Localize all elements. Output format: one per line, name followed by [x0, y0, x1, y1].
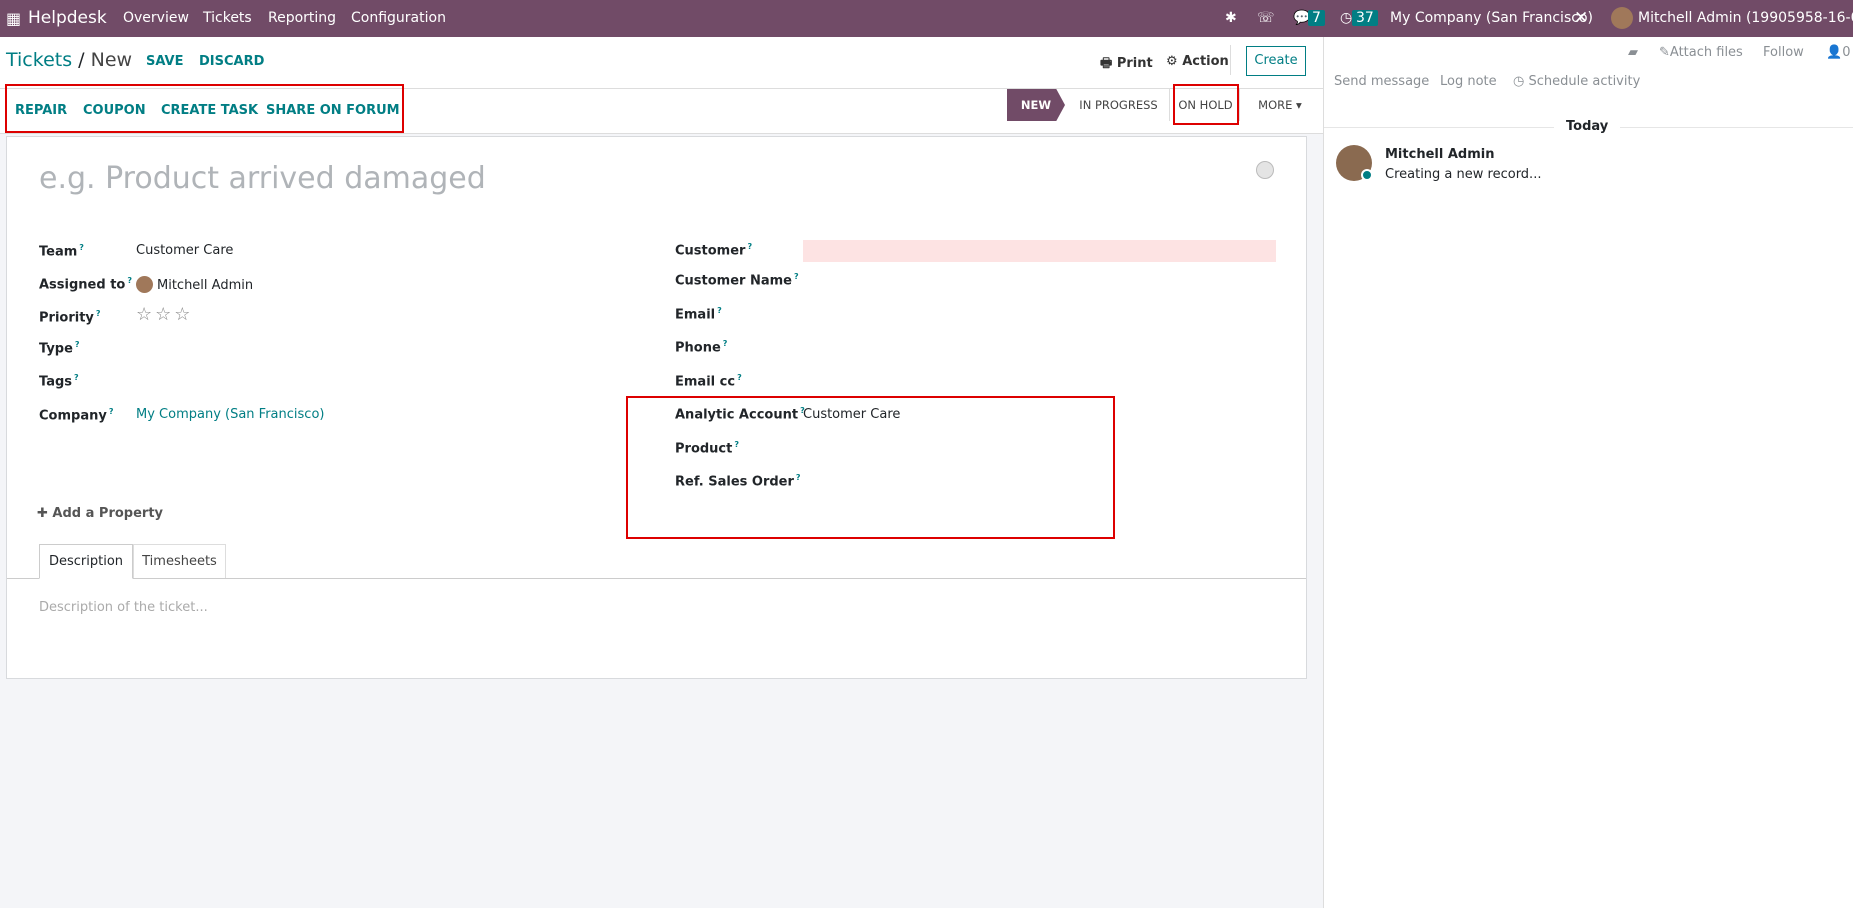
menu-configuration[interactable]: Configuration: [351, 10, 446, 26]
label-team: Team?: [39, 243, 84, 260]
label-company: Company?: [39, 407, 114, 424]
more-label: MORE: [1258, 98, 1293, 112]
save-button[interactable]: SAVE: [146, 54, 183, 69]
menu-tickets[interactable]: Tickets: [203, 10, 252, 26]
stage-new[interactable]: NEW: [1007, 89, 1065, 121]
app-name[interactable]: Helpdesk: [28, 8, 107, 28]
control-panel: Tickets / New SAVE DISCARD 🖶 Print ⚙ Act…: [0, 37, 1323, 88]
breadcrumb-current: New: [90, 49, 133, 71]
label-email: Email?: [675, 306, 722, 323]
print-label: Print: [1116, 56, 1153, 71]
company-switcher[interactable]: My Company (San Francisco): [1390, 10, 1593, 26]
stage-in-progress[interactable]: IN PROGRESS: [1068, 89, 1170, 121]
activities-badge: 37: [1352, 10, 1378, 26]
top-navbar: ▦ Helpdesk Overview Tickets Reporting Co…: [0, 0, 1853, 37]
followers-count: 0: [1842, 45, 1851, 60]
label-tags: Tags?: [39, 373, 79, 390]
ticket-title-input[interactable]: e.g. Product arrived damaged: [39, 161, 486, 196]
label-type: Type?: [39, 340, 80, 357]
activities-icon[interactable]: ◷: [1340, 10, 1352, 26]
label-customer: Customer?: [675, 242, 753, 259]
user-menu[interactable]: Mitchell Admin (19905958-16-0-all): [1638, 10, 1853, 26]
label-priority: Priority?: [39, 309, 101, 326]
discard-button[interactable]: DISCARD: [199, 54, 264, 69]
tools-icon[interactable]: ✕: [1574, 8, 1588, 28]
phone-icon[interactable]: ☏: [1257, 10, 1275, 26]
tab-description[interactable]: Description: [39, 544, 133, 579]
label-phone: Phone?: [675, 339, 728, 356]
attach-files-label: Attach files: [1669, 45, 1743, 60]
customer-input[interactable]: [803, 240, 1276, 262]
log-note-button[interactable]: Log note: [1440, 74, 1497, 89]
schedule-activity-label: Schedule activity: [1528, 74, 1641, 89]
user-avatar[interactable]: [1611, 7, 1633, 29]
kanban-state-toggle[interactable]: [1256, 161, 1274, 179]
menu-overview[interactable]: Overview: [123, 10, 189, 26]
action-label: Action: [1182, 54, 1229, 69]
print-button[interactable]: 🖶 Print: [1100, 54, 1153, 76]
company-field[interactable]: My Company (San Francisco): [136, 407, 324, 422]
attachment-icon[interactable]: ▰: [1628, 45, 1638, 60]
chatter: ▰ ✎Attach files Follow 👤0 Send message L…: [1323, 37, 1853, 908]
action-button[interactable]: ⚙ Action: [1166, 54, 1229, 69]
label-email-cc: Email cc?: [675, 373, 742, 390]
label-customer-name: Customer Name?: [675, 272, 799, 289]
add-property-label: Add a Property: [52, 506, 164, 521]
bug-icon[interactable]: ✱: [1225, 10, 1237, 26]
follow-button[interactable]: Follow: [1763, 45, 1804, 60]
attach-files-button[interactable]: ✎Attach files: [1659, 45, 1743, 60]
create-button[interactable]: Create: [1246, 46, 1306, 76]
description-editor[interactable]: Description of the ticket...: [39, 600, 208, 615]
message-body: Creating a new record...: [1385, 167, 1542, 182]
followers-button[interactable]: 👤0: [1826, 45, 1850, 60]
send-message-button[interactable]: Send message: [1334, 74, 1429, 89]
label-assigned-to: Assigned to?: [39, 276, 132, 293]
breadcrumb-parent[interactable]: Tickets: [6, 49, 72, 71]
tab-timesheets[interactable]: Timesheets: [133, 544, 226, 578]
date-separator: Today: [1554, 119, 1621, 134]
assigned-to-field[interactable]: Mitchell Admin: [136, 276, 253, 293]
schedule-activity-button[interactable]: ◷ Schedule activity: [1513, 74, 1640, 89]
apps-menu-icon[interactable]: ▦: [6, 9, 21, 28]
highlight-box-fields: [626, 396, 1115, 539]
online-status-icon: [1361, 169, 1373, 181]
message-author: Mitchell Admin: [1385, 147, 1495, 162]
highlight-box-on-hold: [1173, 84, 1239, 125]
menu-reporting[interactable]: Reporting: [268, 10, 336, 26]
team-field[interactable]: Customer Care: [136, 243, 233, 258]
add-property-button[interactable]: ✚ Add a Property: [37, 506, 163, 521]
priority-stars[interactable]: ☆☆☆: [136, 304, 193, 325]
messages-badge: 7: [1308, 10, 1325, 26]
assignee-avatar: [136, 276, 153, 293]
stages-more-button[interactable]: MORE ▾: [1250, 89, 1310, 121]
highlight-box-buttons: [5, 84, 404, 133]
